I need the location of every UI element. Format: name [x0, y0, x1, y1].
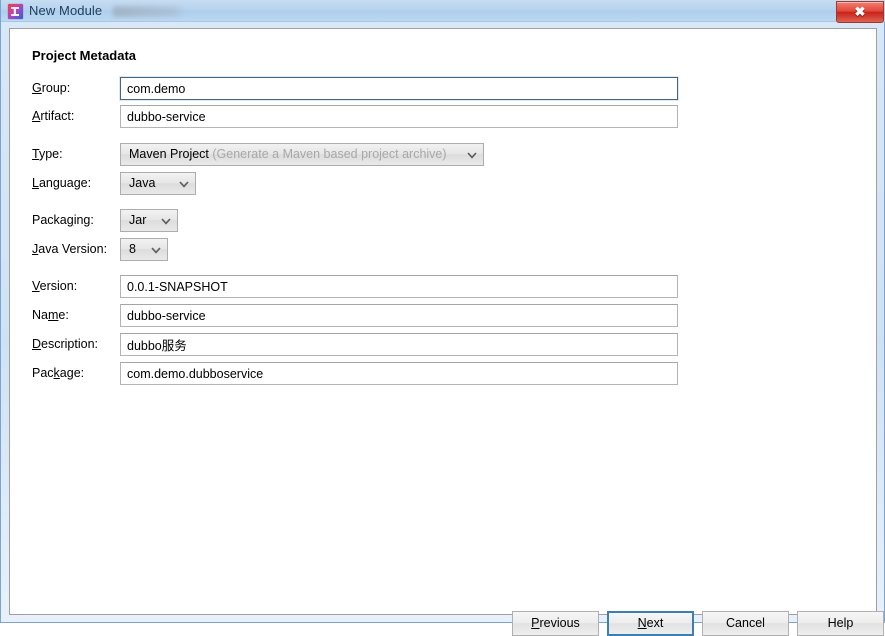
- chevron-down-icon: [179, 181, 189, 188]
- label-name: Name:: [32, 308, 69, 322]
- label-java-version: Java Version:: [32, 242, 108, 256]
- redacted-title-suffix: [113, 6, 185, 17]
- label-description: Description:: [32, 337, 99, 351]
- packaging-combo-value: Jar: [129, 213, 147, 227]
- type-combo[interactable]: Maven Project (Generate a Maven based pr…: [120, 143, 484, 166]
- window-title: New Module: [29, 3, 103, 18]
- label-type: Type:: [32, 147, 63, 161]
- language-combo-value: Java: [129, 176, 156, 190]
- label-artifact: Artifact:: [32, 109, 75, 123]
- close-button[interactable]: ✖: [836, 1, 884, 23]
- type-combo-value: Maven Project (Generate a Maven based pr…: [129, 144, 447, 165]
- java-version-combo-value: 8: [129, 242, 136, 256]
- next-button[interactable]: Next: [607, 611, 694, 636]
- description-input[interactable]: [120, 333, 678, 356]
- close-icon: ✖: [854, 4, 866, 19]
- type-value-text: Maven Project: [129, 147, 209, 161]
- packaging-combo[interactable]: Jar: [120, 209, 178, 232]
- chevron-down-icon: [161, 218, 171, 225]
- title-bar: New Module ✖: [1, 0, 885, 23]
- version-input[interactable]: [120, 275, 678, 298]
- language-combo[interactable]: Java: [120, 172, 196, 195]
- package-input[interactable]: [120, 362, 678, 385]
- page-title: Project Metadata: [32, 48, 137, 63]
- intellij-idea-icon: [8, 4, 23, 19]
- cancel-button[interactable]: Cancel: [702, 611, 789, 636]
- previous-button[interactable]: Previous: [512, 611, 599, 636]
- chevron-down-icon: [151, 247, 161, 254]
- chevron-down-icon: [467, 152, 477, 159]
- group-input[interactable]: [120, 77, 678, 100]
- java-version-combo[interactable]: 8: [120, 238, 168, 261]
- artifact-input[interactable]: [120, 105, 678, 128]
- help-button[interactable]: Help: [797, 611, 884, 636]
- label-packaging: Packaging:: [32, 213, 94, 227]
- label-group: Group:: [32, 81, 71, 95]
- new-module-dialog: New Module ✖ Project Metadata Group: Art…: [0, 0, 885, 636]
- type-value-hint: (Generate a Maven based project archive): [212, 147, 447, 161]
- label-language: Language:: [32, 176, 92, 190]
- name-input[interactable]: [120, 304, 678, 327]
- label-package: Package:: [32, 366, 85, 380]
- dialog-content: Project Metadata Group: Artifact: Type: …: [9, 28, 884, 636]
- label-version: Version:: [32, 279, 78, 293]
